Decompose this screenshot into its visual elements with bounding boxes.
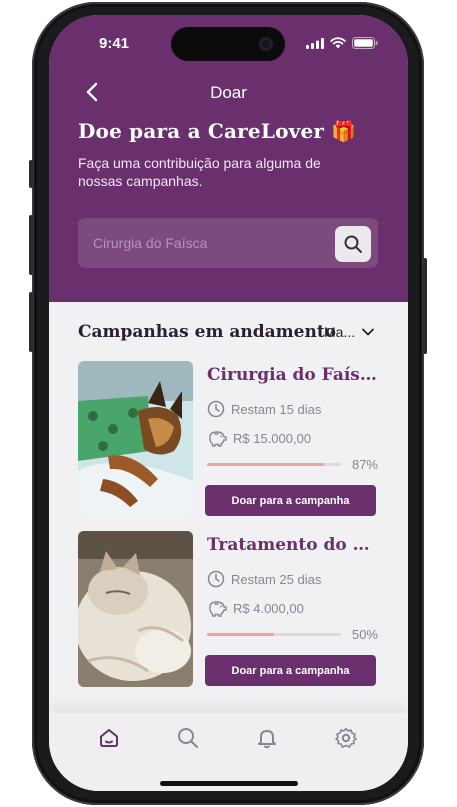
piggy-bank-icon bbox=[209, 431, 227, 447]
wifi-icon bbox=[330, 37, 346, 49]
page-subtitle: Faça uma contribuição para alguma de nos… bbox=[78, 155, 321, 189]
signal-icon bbox=[306, 37, 324, 49]
camera-icon bbox=[259, 37, 273, 51]
header: 9:41 Doar Doe para a CareLover 🎁 Faça um… bbox=[49, 15, 408, 302]
search-icon bbox=[344, 235, 362, 253]
gear-icon bbox=[335, 727, 357, 748]
campaign-deadline: Restam 15 dias bbox=[207, 400, 321, 418]
battery-icon bbox=[352, 37, 378, 49]
campaign-title: Tratamento do Ch... bbox=[207, 535, 379, 555]
tab-notifications[interactable] bbox=[255, 726, 279, 750]
search-icon bbox=[178, 728, 198, 748]
campaign-goal: R$ 4.000,00 bbox=[207, 599, 304, 617]
volume-up-button bbox=[29, 215, 33, 275]
campaign-card: Cirurgia do Faísca Restam 15 dias R$ 15.… bbox=[78, 361, 379, 519]
campaign-image bbox=[78, 361, 193, 517]
search-box bbox=[78, 218, 378, 268]
progress-bar bbox=[207, 633, 341, 636]
status-time: 9:41 bbox=[99, 35, 130, 52]
tab-search[interactable] bbox=[176, 726, 200, 750]
piggy-bank-icon bbox=[209, 601, 227, 617]
donate-button[interactable]: Doar para a campanha bbox=[205, 485, 376, 516]
donate-button[interactable]: Doar para a campanha bbox=[205, 655, 376, 686]
deadline-text: Restam 25 dias bbox=[231, 571, 322, 587]
deadline-text: Restam 15 dias bbox=[231, 401, 322, 417]
dynamic-island bbox=[171, 27, 285, 61]
campaign-card: Tratamento do Ch... Restam 25 dias R$ 4.… bbox=[78, 531, 379, 689]
progress-bar bbox=[207, 463, 341, 466]
progress-label: 50% bbox=[351, 627, 378, 642]
tab-settings[interactable] bbox=[334, 726, 358, 750]
home-icon bbox=[100, 729, 118, 747]
progress-fill bbox=[207, 463, 324, 466]
dog-photo bbox=[78, 361, 193, 517]
campaign-image bbox=[78, 531, 193, 687]
filter-dropdown[interactable]: Ma... bbox=[324, 324, 375, 340]
nav-title: Doar bbox=[210, 83, 247, 102]
home-indicator bbox=[160, 781, 298, 786]
volume-down-button bbox=[29, 292, 33, 352]
goal-amount: R$ 4.000,00 bbox=[233, 600, 304, 616]
goal-amount: R$ 15.000,00 bbox=[233, 430, 312, 446]
search-input[interactable] bbox=[78, 218, 328, 268]
section-title: Campanhas em andamento bbox=[78, 322, 337, 342]
progress-fill bbox=[207, 633, 274, 636]
power-button bbox=[423, 258, 427, 354]
bell-icon bbox=[258, 730, 276, 749]
tab-bar bbox=[49, 713, 408, 791]
campaign-title: Cirurgia do Faísca bbox=[207, 365, 379, 385]
clock-icon bbox=[207, 570, 225, 588]
page-title: Doe para a CareLover 🎁 bbox=[78, 119, 357, 143]
app-screen: 9:41 Doar Doe para a CareLover 🎁 Faça um… bbox=[49, 15, 408, 791]
chevron-down-icon bbox=[362, 328, 375, 336]
cat-photo bbox=[78, 531, 193, 687]
tab-home[interactable] bbox=[97, 726, 121, 750]
clock-icon bbox=[207, 400, 225, 418]
campaign-goal: R$ 15.000,00 bbox=[207, 429, 311, 447]
filter-value: Ma... bbox=[324, 324, 356, 340]
status-icons bbox=[306, 37, 378, 49]
search-button[interactable] bbox=[335, 226, 371, 262]
mute-switch bbox=[29, 160, 33, 188]
campaign-deadline: Restam 25 dias bbox=[207, 570, 321, 588]
progress-label: 87% bbox=[351, 457, 378, 472]
